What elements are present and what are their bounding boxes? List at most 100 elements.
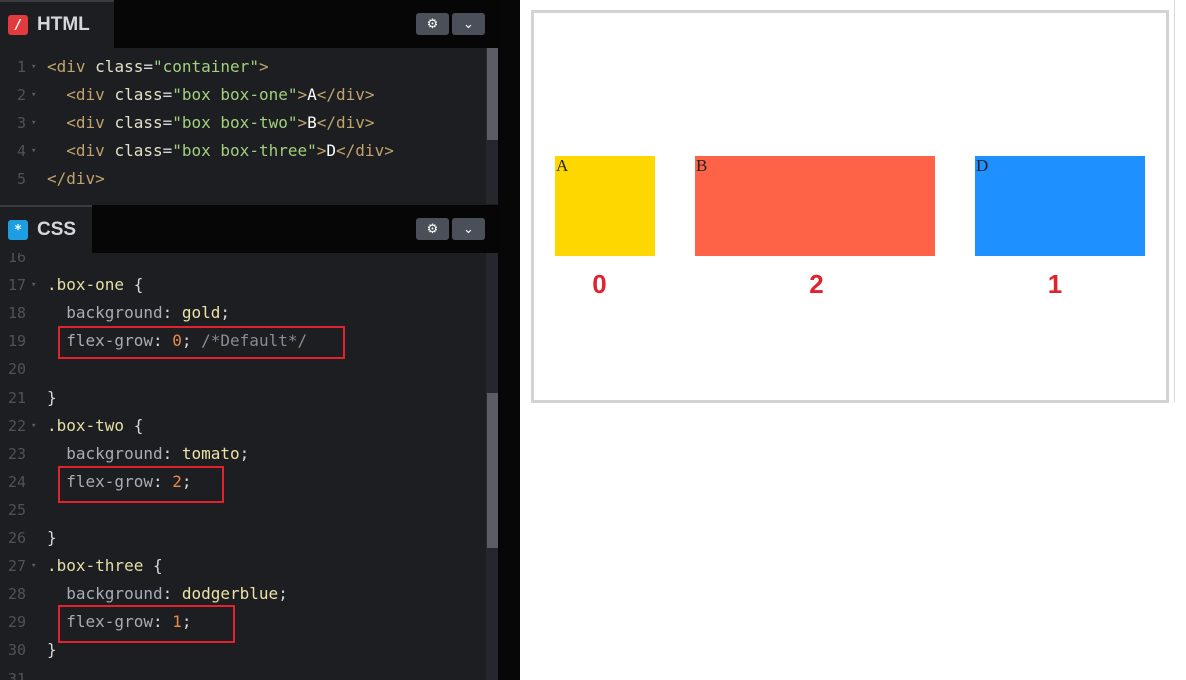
editor-column: / HTML ⚙ ⌄ 1 ▾ <div class="container"> 2 ▾ <… [0, 0, 498, 680]
code-text: } [47, 636, 57, 664]
css-code-line[interactable]: 27 ▾ .box-three { [0, 552, 486, 580]
code-token: background [47, 303, 163, 323]
pane-resizer[interactable] [498, 0, 520, 680]
code-text: background: dodgerblue; [47, 580, 288, 608]
code-token: { [124, 415, 144, 435]
flex-grow-annotation-two: 2 [809, 269, 824, 299]
html-code-line[interactable]: 5 </div> [0, 165, 486, 193]
code-token: .box-three [47, 556, 144, 576]
css-pane-tab[interactable]: * CSS [0, 205, 92, 253]
code-token: class [114, 113, 163, 133]
code-token: background [47, 584, 163, 604]
code-token: = [162, 113, 173, 133]
css-scrollbar[interactable] [486, 253, 498, 680]
code-text: .box-two { [47, 412, 143, 440]
code-token: </div> [316, 113, 375, 133]
html-code-line[interactable]: 4 ▾ <div class="box box-three">D</div> [0, 137, 486, 165]
code-text: } [47, 384, 57, 412]
fold-arrow-icon[interactable]: ▾ [31, 137, 36, 165]
html-scrollbar[interactable] [486, 48, 498, 204]
line-number: 5 [16, 170, 26, 189]
code-text: </div> [47, 165, 105, 193]
code-token: .box-two [47, 415, 125, 435]
code-token: "box box-three" [172, 141, 317, 161]
line-number: 27 [7, 557, 26, 576]
code-text: <div class="box box-two">B</div> [47, 109, 375, 137]
gear-icon: ⚙ [426, 16, 439, 32]
code-token: ; [239, 443, 250, 463]
css-code-line[interactable]: 20 [0, 355, 486, 383]
css-settings-button[interactable]: ⚙ [416, 218, 449, 240]
line-number: 31 [7, 669, 26, 680]
code-token: > [297, 113, 308, 133]
line-number: 21 [7, 388, 26, 407]
result-preview: A B D 0 2 1 [531, 10, 1169, 403]
line-number: 23 [7, 444, 26, 463]
box-two-label: B [696, 156, 708, 175]
html-code-line[interactable]: 1 ▾ <div class="container"> [0, 53, 486, 81]
fold-arrow-icon[interactable]: ▾ [31, 53, 36, 81]
css-code-line[interactable]: 26} [0, 524, 486, 552]
css-code-line[interactable]: 17 ▾ .box-one { [0, 271, 486, 299]
css-code-line[interactable]: 21} [0, 384, 486, 412]
code-token: dodgerblue [181, 584, 279, 604]
gear-icon: ⚙ [426, 221, 439, 237]
fold-arrow-icon[interactable]: ▾ [31, 552, 36, 580]
css-collapse-button[interactable]: ⌄ [452, 218, 485, 240]
code-token: "box box-one" [172, 85, 298, 105]
css-code-line[interactable]: 31 [0, 665, 486, 680]
line-number: 18 [7, 304, 26, 323]
code-token: } [47, 528, 57, 547]
code-token: </div> [47, 169, 105, 189]
line-number: 22 [7, 416, 26, 435]
css-scrollbar-thumb[interactable] [487, 393, 498, 548]
html-collapse-button[interactable]: ⌄ [452, 13, 485, 35]
code-token: <div [47, 57, 96, 76]
box-three-label: D [976, 156, 989, 175]
css-code-line[interactable]: 23 background: tomato; [0, 440, 486, 468]
box-three: D [975, 156, 1145, 256]
code-token: { [143, 556, 163, 576]
line-number: 16 [7, 253, 26, 266]
code-text: .box-three { [47, 552, 163, 580]
css-code-line[interactable]: 22 ▾ .box-two { [0, 412, 486, 440]
css-code-line[interactable]: 28 background: dodgerblue; [0, 580, 486, 608]
html-scrollbar-thumb[interactable] [487, 48, 498, 140]
code-token: A [307, 85, 317, 105]
code-token: "container" [152, 57, 259, 76]
code-text: <div class="box box-one">A</div> [47, 81, 375, 109]
code-token: = [162, 141, 173, 161]
fold-arrow-icon[interactable]: ▾ [31, 271, 36, 299]
html-settings-button[interactable]: ⚙ [416, 13, 449, 35]
html-code-line[interactable]: 3 ▾ <div class="box box-two">B</div> [0, 109, 486, 137]
css-code-line[interactable]: 18 background: gold; [0, 299, 486, 327]
code-token: : [162, 303, 182, 323]
fold-arrow-icon[interactable]: ▾ [31, 109, 36, 137]
code-token: <div [47, 113, 115, 133]
css-logo-icon: * [8, 220, 28, 240]
html-code-line[interactable]: 2 ▾ <div class="box box-one">A</div> [0, 81, 486, 109]
line-number: 30 [7, 641, 26, 660]
html-pane-header: / HTML ⚙ ⌄ [0, 0, 498, 48]
code-token: { [124, 275, 144, 295]
box-one: A [555, 156, 655, 256]
code-token: tomato [181, 443, 240, 463]
line-number: 24 [7, 472, 26, 491]
preview-edge-divider [1174, 0, 1175, 402]
code-token: = [143, 57, 153, 76]
code-token: : [162, 443, 182, 463]
code-token: } [47, 387, 57, 407]
fold-arrow-icon[interactable]: ▾ [31, 412, 36, 440]
code-token: = [162, 85, 173, 105]
html-pane-tab[interactable]: / HTML [0, 0, 114, 48]
box-two: B [695, 156, 935, 256]
html-code-editor[interactable]: 1 ▾ <div class="container"> 2 ▾ <div class="… [0, 53, 486, 198]
code-text: background: tomato; [47, 440, 249, 468]
code-token: </div> [316, 85, 375, 105]
code-token: ; [220, 303, 231, 323]
css-code-line[interactable]: 16 [0, 253, 486, 271]
code-text: .box-one { [47, 271, 143, 299]
code-token: </div> [336, 141, 394, 161]
highlight-box-flex-grow-1 [58, 605, 235, 643]
fold-arrow-icon[interactable]: ▾ [31, 81, 36, 109]
